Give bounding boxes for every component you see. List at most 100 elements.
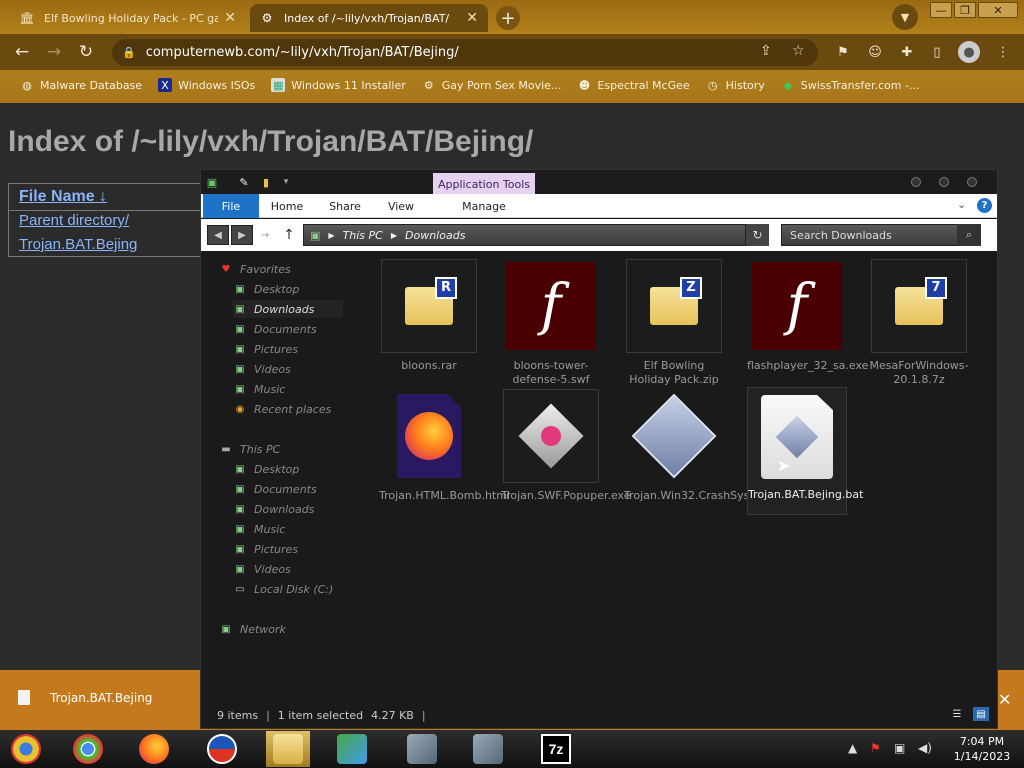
taskbar-chrome[interactable] (66, 731, 110, 767)
file-name-column-header[interactable]: File Name ↓ (19, 188, 107, 206)
close-window-button[interactable]: ✕ (978, 2, 1018, 18)
taskbar-chrome-canary[interactable] (4, 731, 48, 767)
forward-button[interactable]: → (42, 40, 66, 64)
close-tab-icon[interactable]: ✕ (466, 10, 478, 26)
new-folder-icon[interactable]: ▮ (259, 175, 273, 189)
download-item[interactable]: Trojan.BAT.Bejing (18, 690, 152, 705)
taskbar-network-app[interactable] (330, 731, 374, 767)
close-download-bar-icon[interactable]: ✕ (998, 690, 1011, 709)
nav-fav-documents[interactable]: ▣ Documents (233, 320, 316, 338)
share-icon[interactable]: ⇪ (760, 43, 772, 59)
nav-fav-videos[interactable]: ▣ Videos (233, 360, 291, 378)
ribbon-tab-manage[interactable]: Manage (433, 194, 535, 218)
new-tab-button[interactable]: + (496, 6, 520, 30)
large-icons-view-icon[interactable]: ▤ (973, 707, 989, 721)
address-bar[interactable]: 🔒 computernewb.com/~lily/vxh/Trojan/BAT/… (112, 39, 818, 66)
volume-icon[interactable]: ◀) (918, 741, 932, 755)
profile-avatar-icon[interactable]: ● (958, 41, 980, 63)
minimize-button[interactable]: — (930, 2, 952, 18)
customize-qat-icon[interactable]: ▾ (279, 175, 293, 189)
explorer-app-icon[interactable]: ▣ (205, 175, 219, 189)
nav-pc-downloads[interactable]: ▣ Downloads (233, 500, 314, 518)
ribbon-tab-view[interactable]: View (381, 194, 421, 218)
nav-fav-music[interactable]: ▣ Music (233, 380, 285, 398)
minimize-explorer-button[interactable] (911, 177, 921, 187)
nav-fav-recent-places[interactable]: ◉ Recent places (233, 400, 332, 418)
taskbar-installer-1[interactable] (400, 731, 444, 767)
restore-button[interactable]: ❐ (954, 2, 976, 18)
nav-pc-local-disk[interactable]: ▭ Local Disk (C:) (233, 580, 333, 598)
nav-fav-downloads[interactable]: ▣ Downloads (233, 300, 343, 318)
action-center-flag-icon[interactable]: ⚑ (870, 741, 881, 755)
taskbar-installer-2[interactable] (466, 731, 510, 767)
file-item[interactable]: f flashplayer_32_sa.exe (747, 259, 868, 373)
bookmark-gay-porn[interactable]: ⚙ Gay Porn Sex Movie... (422, 78, 562, 92)
nav-pc-documents[interactable]: ▣ Documents (233, 480, 316, 498)
file-item[interactable]: f bloons-tower-defense-5.swf (501, 259, 601, 387)
help-icon[interactable]: ? (977, 198, 992, 213)
trojan-bat-bejing-link[interactable]: Trojan.BAT.Bejing (19, 236, 137, 253)
puzzle-extensions-icon[interactable]: ✚ (896, 41, 918, 63)
flag-extension-icon[interactable]: ⚑ (832, 41, 854, 63)
nav-favorites[interactable]: ♥ Favorites (219, 260, 291, 278)
side-panel-icon[interactable]: ▯ (926, 41, 948, 63)
nav-pc-videos[interactable]: ▣ Videos (233, 560, 291, 578)
application-tools-tab[interactable]: Application Tools (433, 173, 535, 195)
bookmark-espectral-mcgee[interactable]: ☻ Espectral McGee (577, 78, 690, 92)
refresh-button[interactable]: ↻ (745, 224, 769, 246)
nav-pc-music[interactable]: ▣ Music (233, 520, 285, 538)
ribbon-tab-file[interactable]: File (203, 194, 259, 218)
show-hidden-icons-icon[interactable]: ▲ (848, 741, 857, 755)
bookmark-history[interactable]: ◷ History (706, 78, 765, 92)
network-tray-icon[interactable]: ▣ (894, 741, 905, 755)
explorer-forward-button[interactable]: ▶ (231, 225, 253, 245)
nav-this-pc[interactable]: ▬ This PC (219, 440, 280, 458)
taskbar-obama[interactable] (200, 731, 244, 767)
system-clock[interactable]: 7:04 PM 1/14/2023 (944, 734, 1020, 764)
tab-elf-bowling[interactable]: 🏛 Elf Bowling Holiday Pack - PC gam ✕ (10, 4, 246, 32)
search-downloads-input[interactable]: Search Downloads (781, 224, 981, 246)
file-item[interactable]: Z Elf Bowling Holiday Pack.zip (624, 259, 724, 387)
taskbar-7zip[interactable]: 7z (534, 731, 578, 767)
nav-network[interactable]: ▣ Network (219, 620, 286, 638)
file-item[interactable]: Trojan.HTML.Bomb.html (379, 389, 510, 503)
explorer-back-button[interactable]: ◀ (207, 225, 229, 245)
bookmark-windows-11-installer[interactable]: ▦ Windows 11 Installer (271, 78, 406, 92)
ribbon-tab-share[interactable]: Share (323, 194, 367, 218)
back-button[interactable]: ← (10, 40, 34, 64)
menu-kebab-icon[interactable]: ⋮ (992, 41, 1014, 63)
breadcrumb-this-pc[interactable]: This PC (343, 229, 383, 242)
maximize-explorer-button[interactable] (939, 177, 949, 187)
bookmark-windows-isos[interactable]: X Windows ISOs (158, 78, 255, 92)
nav-fav-pictures[interactable]: ▣ Pictures (233, 340, 298, 358)
profile-extension-icon[interactable]: ☺ (864, 41, 886, 63)
close-tab-icon[interactable]: ✕ (224, 10, 236, 26)
file-item[interactable]: Trojan.Win32.CrashSystem.exe (624, 389, 794, 503)
bookmark-star-icon[interactable]: ☆ (792, 43, 805, 59)
file-item[interactable]: Trojan.SWF.Popuper.exe (501, 389, 631, 503)
file-item-selected[interactable]: Trojan.BAT.Bejing.bat (747, 387, 863, 515)
explorer-address-bar[interactable]: ▣ ▶ This PC ▶ Downloads (303, 224, 769, 246)
nav-fav-desktop[interactable]: ▣ Desktop (233, 280, 299, 298)
nav-pc-pictures[interactable]: ▣ Pictures (233, 540, 298, 558)
ribbon-tab-home[interactable]: Home (265, 194, 309, 218)
bookmark-swisstransfer[interactable]: ◆ SwissTransfer.com -... (781, 78, 920, 92)
properties-icon[interactable]: ✎ (237, 175, 251, 189)
up-button[interactable]: ↑ (279, 225, 299, 245)
nav-pc-desktop[interactable]: ▣ Desktop (233, 460, 299, 478)
file-item[interactable]: 7 MesaForWindows-20.1.8.7z (869, 259, 969, 387)
taskbar-firefox[interactable] (132, 731, 176, 767)
breadcrumb-downloads[interactable]: Downloads (405, 229, 465, 242)
tab-search-button[interactable]: ▼ (892, 4, 918, 30)
parent-directory-link[interactable]: Parent directory/ (19, 212, 129, 229)
expand-ribbon-icon[interactable]: ⌄ (957, 198, 966, 211)
close-explorer-button[interactable] (967, 177, 977, 187)
taskbar-file-explorer[interactable] (266, 731, 310, 767)
file-item[interactable]: R bloons.rar (379, 259, 479, 373)
search-icon[interactable]: ⌕ (957, 224, 981, 246)
bookmark-malware-database[interactable]: ◍ Malware Database (20, 78, 142, 92)
reload-button[interactable]: ↻ (74, 40, 98, 64)
details-view-icon[interactable]: ☰ (949, 707, 965, 721)
tab-index-of[interactable]: ⚙ Index of /~lily/vxh/Trojan/BAT/ ✕ (250, 4, 488, 32)
recent-locations-button[interactable]: → (257, 225, 273, 245)
